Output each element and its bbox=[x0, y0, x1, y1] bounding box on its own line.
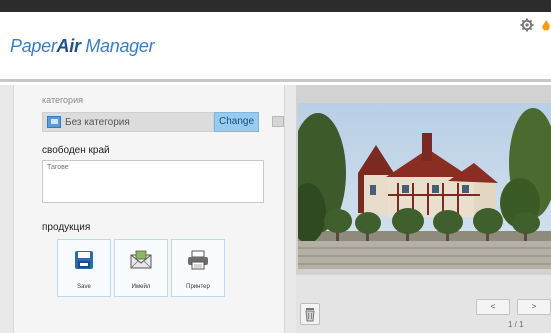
trash-icon bbox=[305, 308, 315, 322]
category-label: категория bbox=[42, 95, 83, 105]
preview-frame bbox=[296, 85, 551, 275]
printer-label: Принтер bbox=[186, 284, 210, 290]
printer-button[interactable]: Принтер bbox=[171, 239, 225, 297]
app-header: PaperAir Manager bbox=[0, 12, 551, 82]
folder-icon bbox=[47, 116, 61, 128]
gear-icon[interactable] bbox=[520, 18, 534, 32]
save-button[interactable]: Save bbox=[57, 239, 111, 297]
prev-page-button[interactable]: < bbox=[476, 299, 510, 315]
flame-icon[interactable] bbox=[541, 20, 551, 32]
metadata-panel: категория Без категория Change свободен … bbox=[13, 85, 285, 333]
envelope-icon bbox=[130, 250, 152, 269]
change-category-button[interactable]: Change bbox=[214, 112, 259, 132]
delete-button[interactable] bbox=[300, 303, 320, 325]
free-edge-label: свободен край bbox=[42, 145, 110, 156]
main-area: категория Без категория Change свободен … bbox=[0, 85, 551, 333]
category-value: Без категория bbox=[65, 117, 130, 128]
save-label: Save bbox=[77, 284, 91, 290]
floppy-disk-icon bbox=[75, 251, 93, 269]
preview-panel: < > 1 / 1 bbox=[296, 85, 551, 333]
title-bar bbox=[0, 0, 551, 12]
printer-icon bbox=[188, 250, 208, 270]
scanned-photo[interactable] bbox=[298, 103, 551, 269]
page-indicator: 1 / 1 bbox=[508, 320, 524, 329]
app-logo: PaperAir Manager bbox=[10, 36, 155, 56]
next-page-button[interactable]: > bbox=[517, 299, 551, 315]
email-label: Имейл bbox=[131, 284, 151, 290]
free-edge-input[interactable] bbox=[42, 160, 264, 203]
category-field: Без категория bbox=[42, 112, 214, 132]
email-button[interactable]: Имейл bbox=[114, 239, 168, 297]
products-label: продукция bbox=[42, 222, 91, 233]
category-checkbox[interactable] bbox=[272, 116, 284, 127]
